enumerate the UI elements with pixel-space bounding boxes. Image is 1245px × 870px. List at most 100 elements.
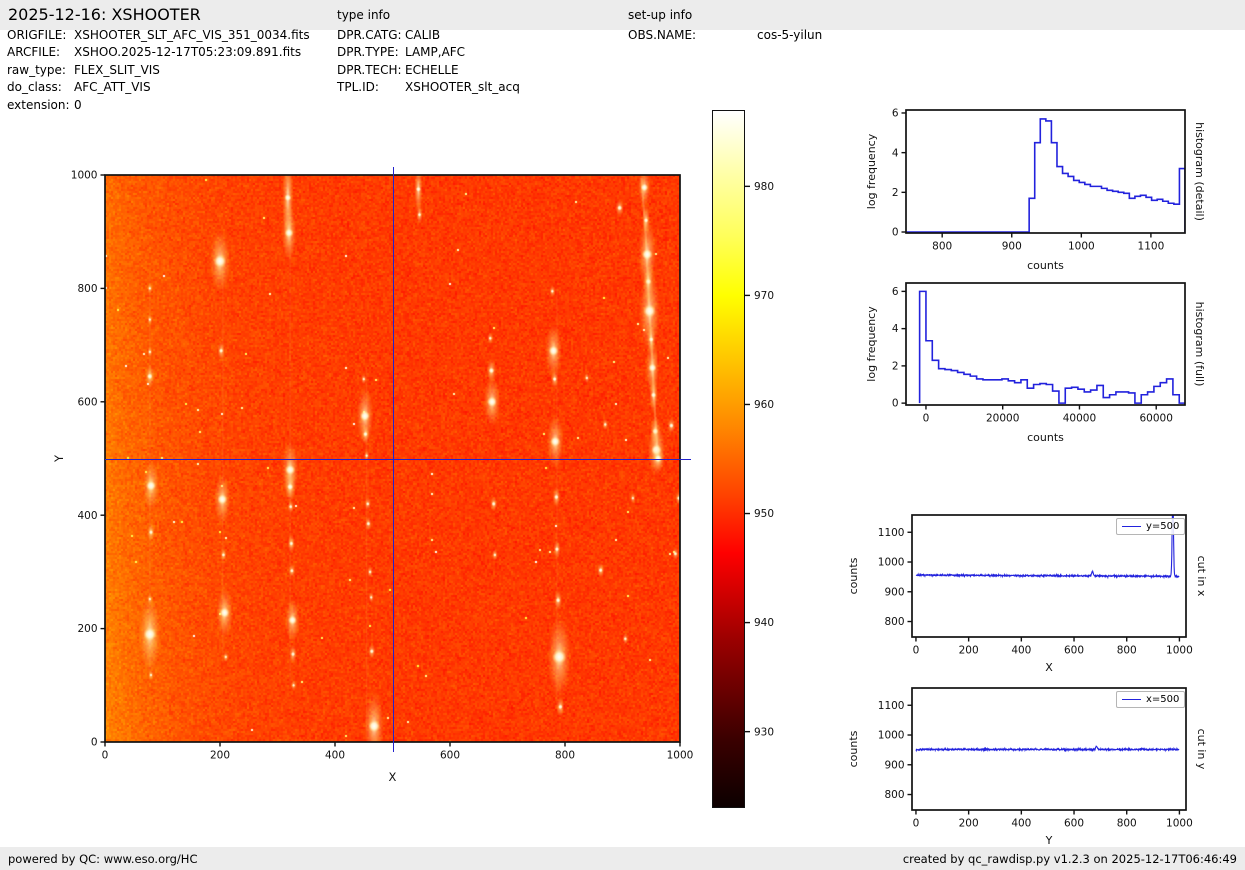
x-tick-label: 200 [210, 750, 230, 762]
meta-field-value: XSHOO.2025-12-17T05:23:09.891.fits [74, 45, 301, 59]
y-tick-label: 400 [77, 510, 97, 522]
meta-field-value: AFC_ATT_VIS [74, 80, 151, 94]
meta-field-value: 0 [74, 98, 82, 112]
colorbar-tick-label: 950 [754, 508, 774, 520]
hist_full-line [920, 291, 1186, 403]
legend-label: y=500 [1146, 521, 1179, 532]
x-tick-label: 800 [932, 241, 952, 253]
hist_detail-line [907, 119, 1185, 232]
axes-spine [906, 283, 1185, 405]
legend-line-sample [1122, 699, 1141, 700]
y-tick-label: 800 [884, 789, 904, 801]
x-axis-label: X [1045, 661, 1053, 674]
x-tick-label: 200 [959, 818, 979, 830]
y-tick-label: 2 [892, 360, 899, 372]
y-tick-label: 0 [892, 398, 899, 410]
footer-powered-by: powered by QC: www.eso.org/HC [8, 852, 197, 866]
x-tick-label: 200 [959, 645, 979, 657]
cut_y-legend: x=500 [1116, 691, 1185, 708]
y-tick-label: 6 [892, 286, 899, 298]
colorbar-tick-label: 940 [754, 617, 774, 629]
setup-info-section-label: set-up info [628, 8, 692, 22]
y-tick-label: 900 [884, 586, 904, 598]
colorbar-tick-label: 980 [754, 181, 774, 193]
x-tick-label: 0 [923, 413, 930, 425]
meta-field-value: LAMP,AFC [405, 45, 465, 59]
meta-field-value: CALIB [405, 28, 440, 42]
colorbar-tick-label: 970 [754, 290, 774, 302]
right-axis-label: histogram (full) [1193, 302, 1206, 387]
meta-field-label: OBS.NAME: [628, 28, 696, 42]
y-axis-label: log frequency [865, 306, 878, 382]
x-tick-label: 1000 [1068, 241, 1095, 253]
right-axis-label: cut in x [1195, 556, 1208, 597]
meta-field-label: DPR.CATG: [337, 28, 402, 42]
crosshair-horizontal-line [105, 459, 691, 460]
y-tick-label: 1000 [71, 170, 98, 182]
legend-line-sample [1122, 526, 1141, 527]
footer-created-by: created by qc_rawdisp.py v1.2.3 on 2025-… [903, 852, 1237, 866]
y-axis-label: counts [847, 730, 860, 767]
x-tick-label: 400 [1011, 818, 1031, 830]
x-tick-label: 900 [1002, 241, 1022, 253]
x-tick-label: 20000 [986, 413, 1019, 425]
y-tick-label: 800 [77, 283, 97, 295]
meta-field-label: raw_type: [7, 63, 66, 77]
y-tick-label: 200 [77, 623, 97, 635]
y-tick-label: 1100 [878, 700, 905, 712]
meta-field-label: DPR.TYPE: [337, 45, 399, 59]
right-axis-label: histogram (detail) [1193, 122, 1206, 221]
x-tick-label: 1000 [1166, 645, 1193, 657]
x-tick-label: 800 [1117, 818, 1137, 830]
legend-label: x=500 [1146, 694, 1179, 705]
x-axis-label: X [389, 770, 397, 784]
x-tick-label: 800 [555, 750, 575, 762]
y-tick-label: 4 [892, 323, 899, 335]
meta-field-label: DPR.TECH: [337, 63, 402, 77]
colorbar-tick-label: 930 [754, 726, 774, 738]
x-axis-label: Y [1045, 834, 1053, 847]
x-tick-label: 1000 [1166, 818, 1193, 830]
meta-field-label: ORIGFILE: [7, 28, 66, 42]
x-tick-label: 40000 [1063, 413, 1096, 425]
meta-field-value: cos-5-yilun [757, 28, 822, 42]
x-axis-label: counts [1027, 259, 1064, 272]
y-tick-label: 900 [884, 759, 904, 771]
header-bar: 2025-12-16: XSHOOTER type info set-up in… [0, 0, 1245, 30]
x-tick-label: 800 [1117, 645, 1137, 657]
meta-field-value: XSHOOTER_SLT_AFC_VIS_351_0034.fits [74, 28, 310, 42]
cut_y-line [916, 746, 1179, 750]
y-tick-label: 1100 [878, 527, 905, 539]
y-tick-label: 800 [884, 616, 904, 628]
y-tick-label: 1000 [878, 730, 905, 742]
meta-field-value: XSHOOTER_slt_acq [405, 80, 520, 94]
x-tick-label: 0 [102, 750, 109, 762]
cut_x-line [916, 499, 1179, 578]
meta-field-value: FLEX_SLIT_VIS [74, 63, 160, 77]
page-title: 2025-12-16: XSHOOTER [8, 5, 201, 24]
x-tick-label: 400 [325, 750, 345, 762]
x-tick-label: 60000 [1140, 413, 1173, 425]
x-tick-label: 600 [1064, 645, 1084, 657]
axes-spine [906, 110, 1185, 233]
colorbar-ticks: 980970960950940930 [745, 181, 774, 738]
y-tick-label: 4 [892, 147, 899, 159]
colorbar [712, 110, 745, 808]
y-tick-label: 1000 [878, 557, 905, 569]
y-axis-label: counts [847, 557, 860, 594]
y-axis-label: log frequency [865, 133, 878, 209]
meta-field-label: TPL.ID: [337, 80, 379, 94]
x-tick-label: 600 [440, 750, 460, 762]
type-info-section-label: type info [337, 8, 390, 22]
y-tick-label: 600 [77, 396, 97, 408]
x-tick-label: 0 [913, 818, 920, 830]
y-axis-label: Y [52, 454, 66, 463]
y-tick-label: 6 [892, 108, 899, 120]
cut_x-legend: y=500 [1116, 518, 1185, 535]
meta-field-label: extension: [7, 98, 70, 112]
x-tick-label: 0 [913, 645, 920, 657]
y-tick-label: 0 [892, 227, 899, 239]
x-tick-label: 1100 [1138, 241, 1165, 253]
y-tick-label: 0 [91, 737, 98, 749]
hist_detail-plot: 800900100011000246countslog frequencyhis… [865, 108, 1206, 272]
